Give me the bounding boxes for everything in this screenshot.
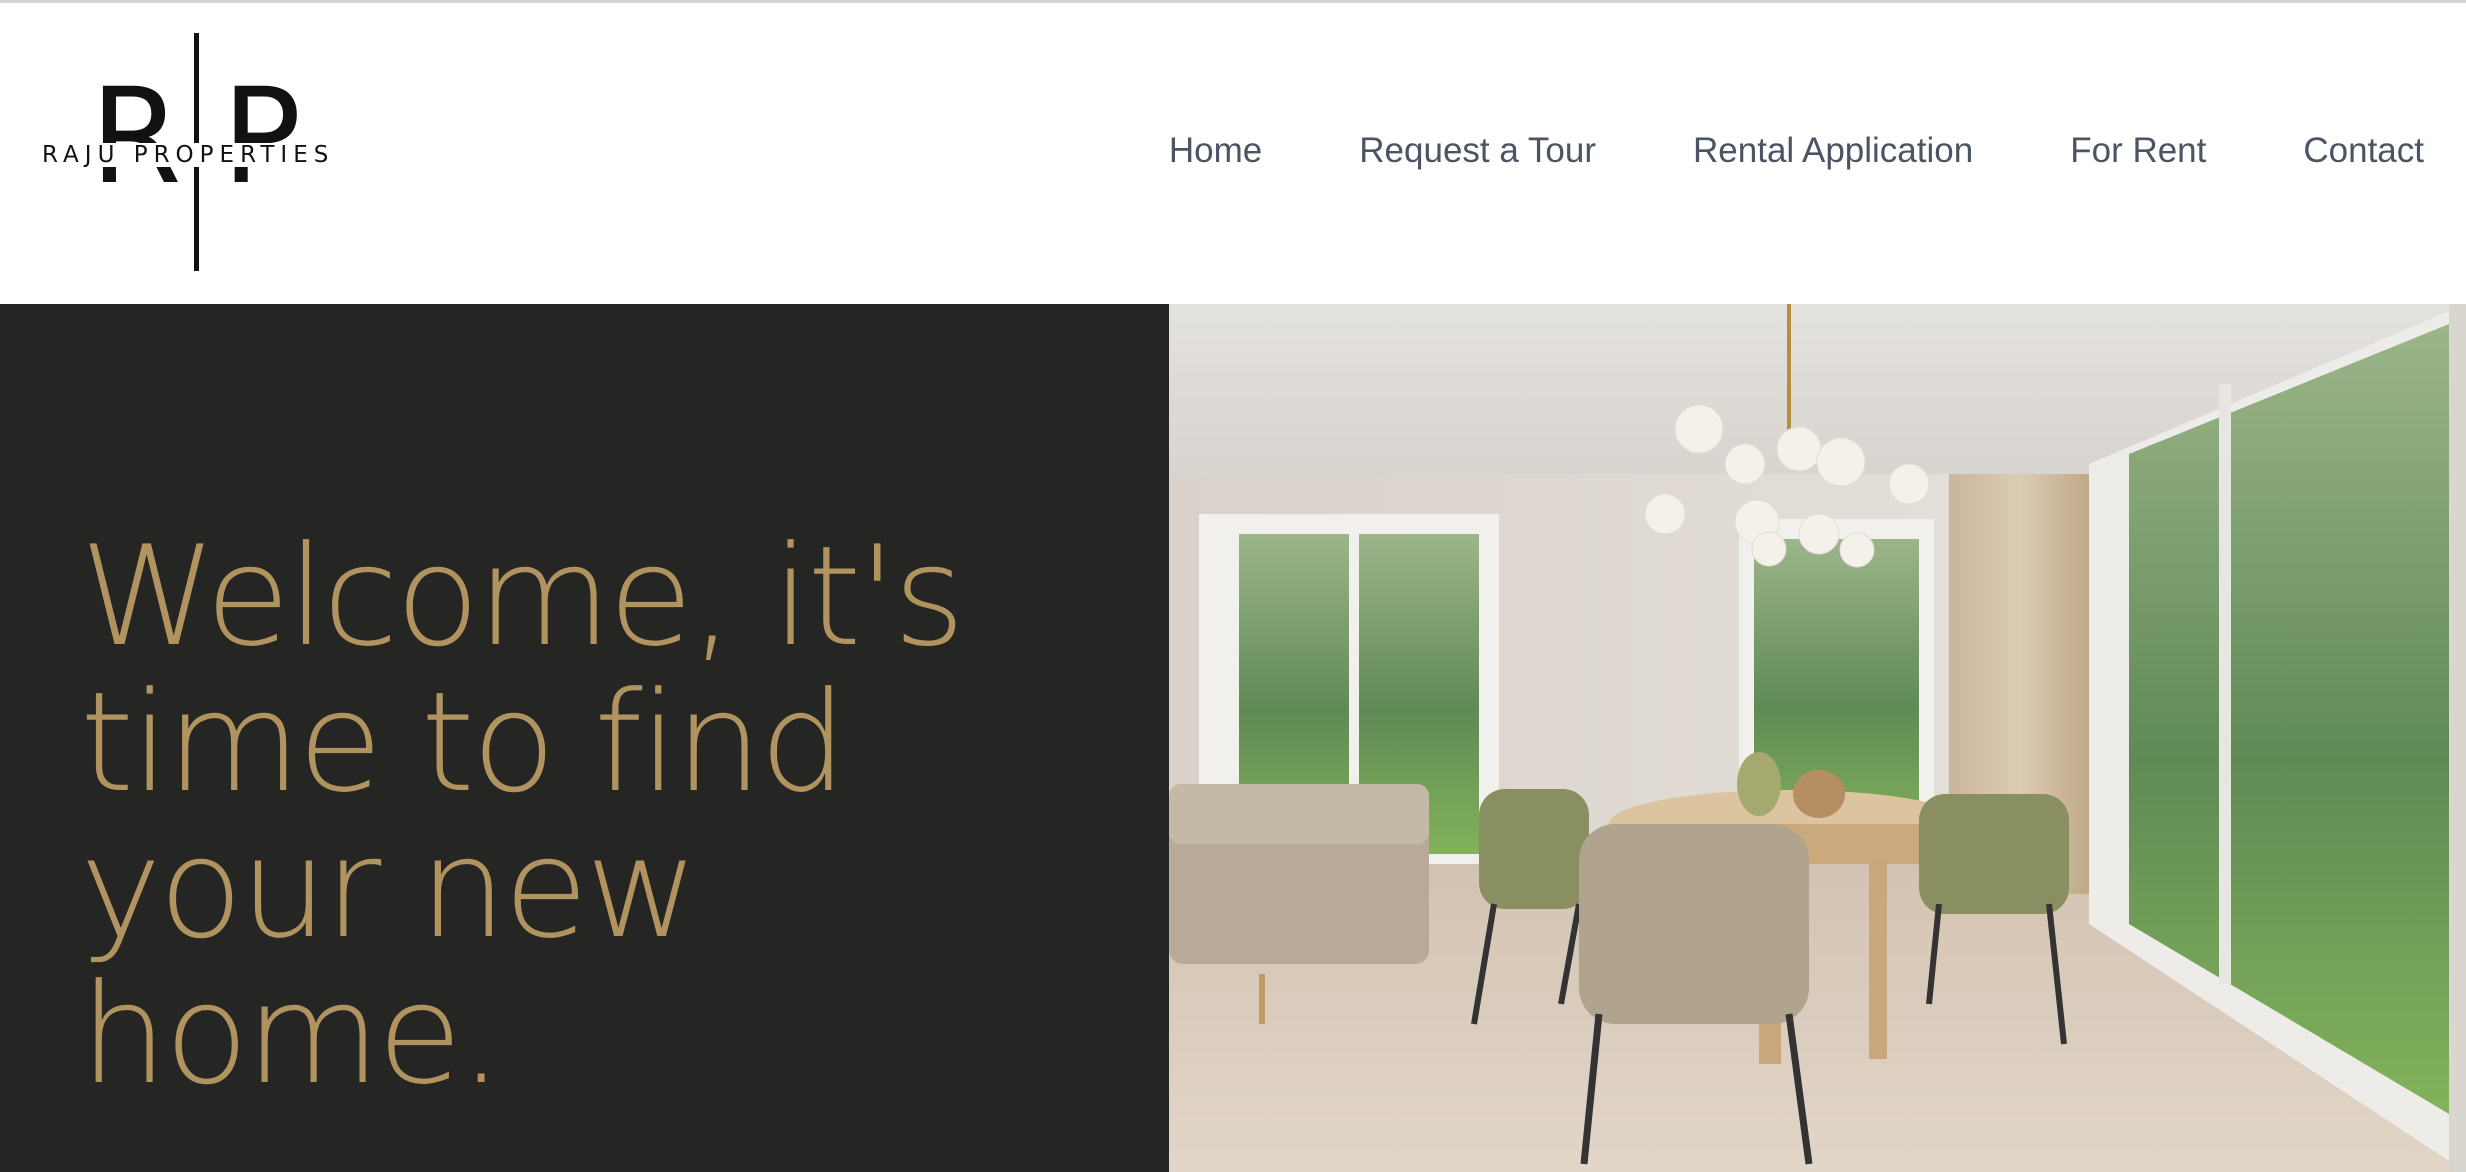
nav-home[interactable]: Home bbox=[1169, 131, 1262, 171]
nav-rental-application[interactable]: Rental Application bbox=[1693, 131, 1973, 171]
logo-wordmark: RAJU PROPERTIES bbox=[40, 142, 337, 168]
dining-room-photo bbox=[1169, 304, 2466, 1172]
nav-contact[interactable]: Contact bbox=[2303, 131, 2424, 171]
nav-for-rent[interactable]: For Rent bbox=[2070, 131, 2206, 171]
hero-title: Welcome, it's time to find your new home… bbox=[80, 516, 965, 1115]
nav-request-a-tour[interactable]: Request a Tour bbox=[1359, 131, 1596, 171]
brand-logo[interactable]: RP RAJU PROPERTIES bbox=[38, 31, 358, 275]
main-nav: Home Request a Tour Rental Application F… bbox=[1169, 131, 2424, 171]
hero-section: Welcome, it's time to find your new home… bbox=[0, 304, 2466, 1172]
site-header: RP RAJU PROPERTIES Home Request a Tour R… bbox=[0, 3, 2466, 304]
hero-image bbox=[1169, 304, 2466, 1172]
hero-text-panel: Welcome, it's time to find your new home… bbox=[0, 304, 1169, 1172]
logo-monogram: RP bbox=[90, 60, 342, 214]
